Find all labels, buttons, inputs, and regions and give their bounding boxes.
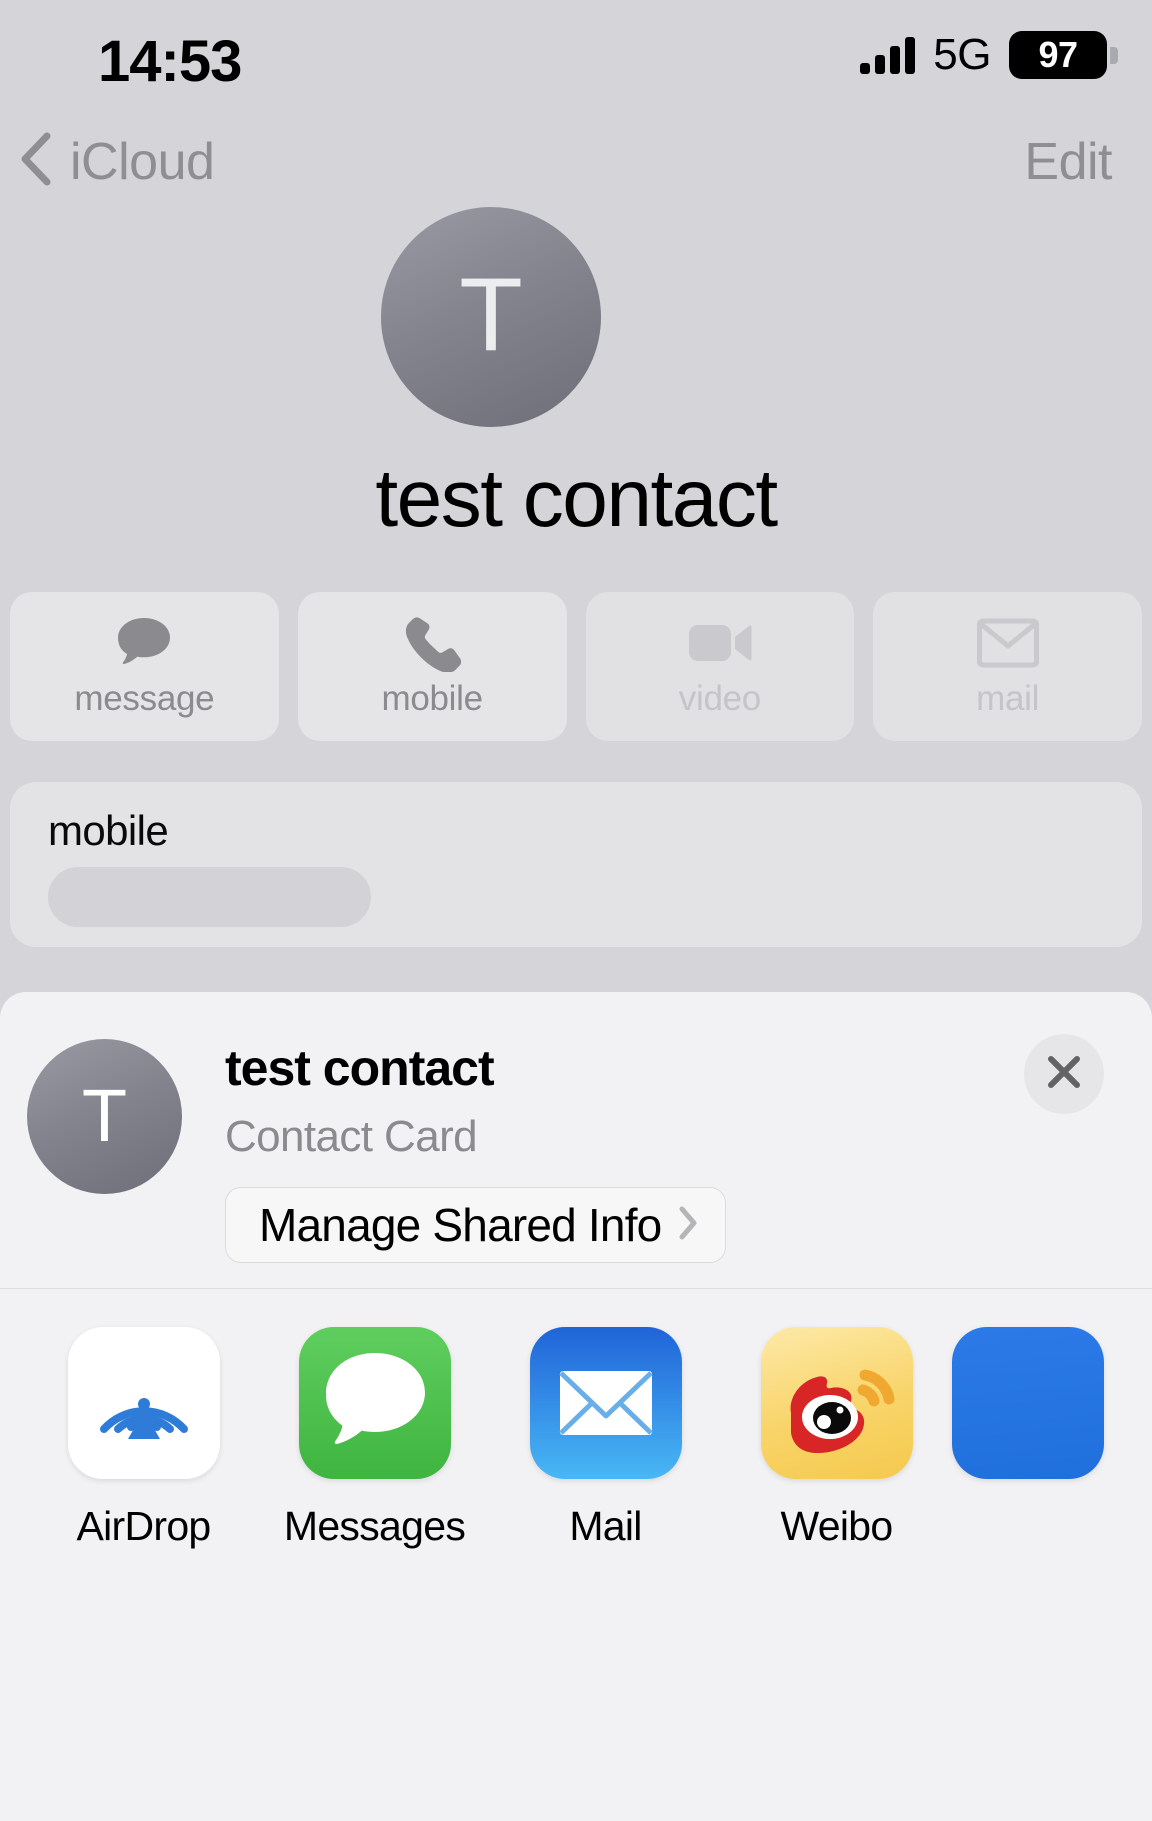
quick-action-label: message <box>74 678 215 718</box>
share-sheet-header: T test contact Contact Card Manage Share… <box>0 992 1152 1289</box>
quick-action-label: video <box>678 678 761 718</box>
share-target-airdrop[interactable]: AirDrop <box>28 1305 259 1550</box>
share-target-partial[interactable] <box>952 1305 1104 1479</box>
battery-icon: 97 <box>1009 31 1118 79</box>
share-target-label: Weibo <box>780 1503 894 1549</box>
app-icon-partial <box>952 1327 1104 1479</box>
share-target-messages[interactable]: Messages <box>259 1305 490 1550</box>
share-target-label: Mail <box>569 1503 642 1549</box>
phone-handset-icon <box>403 615 462 672</box>
cellular-signal-icon <box>860 36 916 74</box>
messages-icon <box>298 1327 451 1479</box>
quick-action-mail: mail <box>873 592 1142 741</box>
quick-action-video: video <box>585 592 855 741</box>
status-bar: 14:53 5G 97 <box>0 0 1152 110</box>
manage-shared-info-label: Manage Shared Info <box>259 1199 662 1251</box>
share-target-app-row: AirDrop Messages Mail Weibo <box>0 1305 1152 1705</box>
close-button[interactable] <box>1024 1034 1104 1114</box>
manage-shared-info-button[interactable]: Manage Shared Info <box>225 1187 727 1263</box>
chevron-right-icon <box>677 1204 699 1247</box>
iphone-screen: 14:53 5G 97 iCloud Edit T test contact m… <box>0 0 1152 1821</box>
navigation-bar: iCloud Edit <box>0 128 1152 208</box>
info-field-value-redacted <box>48 867 371 927</box>
quick-action-mobile[interactable]: mobile <box>297 592 567 741</box>
back-button-icloud[interactable]: iCloud <box>14 128 215 195</box>
share-target-label: Messages <box>283 1503 466 1549</box>
quick-action-message[interactable]: message <box>10 592 279 741</box>
edit-button[interactable]: Edit <box>1024 132 1112 192</box>
avatar-initial: T <box>81 1073 128 1157</box>
back-button-label: iCloud <box>70 132 215 191</box>
share-target-weibo[interactable]: Weibo <box>721 1305 952 1550</box>
battery-percent-label: 97 <box>1038 34 1078 75</box>
share-target-mail[interactable]: Mail <box>490 1305 721 1550</box>
status-bar-indicators: 5G 97 <box>860 30 1118 80</box>
contact-info-card[interactable]: mobile <box>10 782 1142 947</box>
share-sheet-title: test contact <box>225 1040 495 1096</box>
message-bubble-icon <box>113 615 175 671</box>
envelope-icon <box>976 615 1039 671</box>
share-sheet-subtitle: Contact Card <box>225 1112 478 1161</box>
chevron-left-icon <box>14 128 58 195</box>
contact-name-title: test contact <box>375 453 778 544</box>
avatar-initial: T <box>459 257 523 373</box>
quick-action-row: message mobile video mail <box>10 592 1142 741</box>
airdrop-icon <box>67 1327 220 1479</box>
share-target-label: AirDrop <box>76 1503 211 1549</box>
quick-action-label: mobile <box>381 678 483 718</box>
close-x-icon <box>1042 1050 1086 1099</box>
weibo-icon <box>760 1327 913 1479</box>
share-sheet-avatar: T <box>27 1039 182 1194</box>
network-type-label: 5G <box>933 30 991 79</box>
status-bar-clock: 14:53 <box>98 29 242 94</box>
share-sheet: T test contact Contact Card Manage Share… <box>0 992 1152 1821</box>
video-camera-icon <box>687 615 753 671</box>
info-field-label: mobile <box>48 807 169 854</box>
mail-icon <box>529 1327 682 1479</box>
quick-action-label: mail <box>976 678 1040 718</box>
contact-avatar[interactable]: T <box>381 207 601 427</box>
